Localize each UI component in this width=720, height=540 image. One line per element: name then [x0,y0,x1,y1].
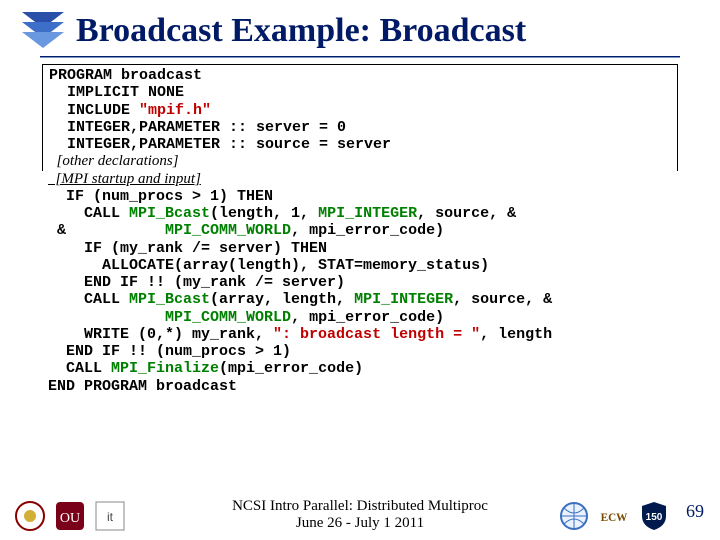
mpi-const: MPI_INTEGER [354,291,453,308]
footer-line1: NCSI Intro Parallel: Distributed Multipr… [232,498,488,515]
mpi-call: MPI_Bcast [129,291,210,308]
page-number: 69 [686,501,704,522]
mpi-const: MPI_INTEGER [318,205,417,222]
code-comment: [MPI startup and input] [48,171,672,188]
code-line: IF (num_procs > 1) THEN [48,188,672,205]
code-line: WRITE (0,*) my_rank, ": broadcast length… [48,326,672,343]
code-line: CALL MPI_Bcast(length, 1, MPI_INTEGER, s… [48,205,672,222]
header-rule [40,56,680,58]
code-comment: [other declarations] [49,153,671,170]
code-line: INTEGER,PARAMETER :: source = server [49,136,671,153]
shield-150-logo-icon: 150 [638,500,670,532]
chevron-logo-icon [20,10,66,52]
code-line: INTEGER,PARAMETER :: server = 0 [49,119,671,136]
code-line: & MPI_COMM_WORLD, mpi_error_code) [48,222,672,239]
code-line: INCLUDE "mpif.h" [49,102,671,119]
slide-title: Broadcast Example: Broadcast [76,12,526,50]
footer-text: NCSI Intro Parallel: Distributed Multipr… [232,498,488,532]
code-line: MPI_COMM_WORLD, mpi_error_code) [48,309,672,326]
code-line: END IF !! (my_rank /= server) [48,274,672,291]
svg-text:ECW: ECW [601,512,629,524]
code-line: ALLOCATE(array(length), STAT=memory_stat… [48,257,672,274]
mpi-const: MPI_COMM_WORLD [165,222,291,239]
slide-header: Broadcast Example: Broadcast [0,0,720,52]
code-box-top: PROGRAM broadcast IMPLICIT NONE INCLUDE … [42,64,678,171]
slide-root: Broadcast Example: Broadcast PROGRAM bro… [0,0,720,540]
code-line: IF (my_rank /= server) THEN [48,240,672,257]
ecw-logo-icon: ECW [598,500,630,532]
code-string: "mpif.h" [139,102,211,119]
code-body: [MPI startup and input] IF (num_procs > … [42,171,678,395]
code-line: IMPLICIT NONE [49,84,671,101]
footer-logos-right: ECW 150 [558,500,670,532]
code-line: END PROGRAM broadcast [48,378,672,395]
code-line: END IF !! (num_procs > 1) [48,343,672,360]
mpi-const: MPI_COMM_WORLD [165,309,291,326]
svg-text:150: 150 [646,512,663,523]
mpi-call: MPI_Bcast [129,205,210,222]
code-string: ": broadcast length = " [273,326,480,343]
code-line: PROGRAM broadcast [49,67,671,84]
code-line: CALL MPI_Finalize(mpi_error_code) [48,360,672,377]
mpi-call: MPI_Finalize [111,360,219,377]
globe-logo-icon [558,500,590,532]
footer-line2: June 26 - July 1 2011 [232,515,488,532]
code-line: CALL MPI_Bcast(array, length, MPI_INTEGE… [48,291,672,308]
